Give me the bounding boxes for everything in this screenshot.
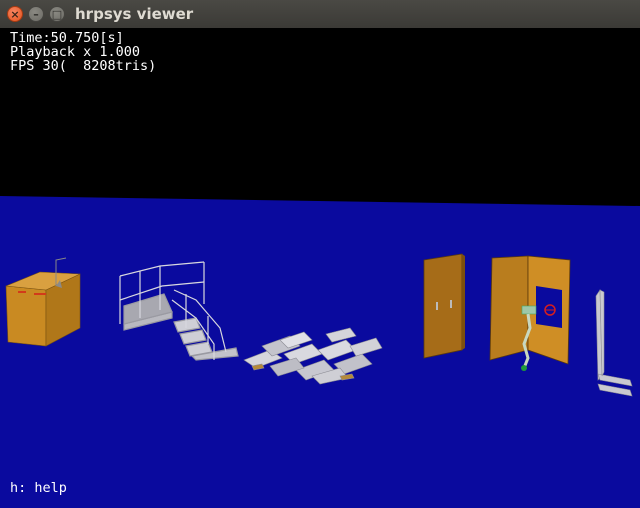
help-hint: h: help (10, 480, 67, 496)
maximize-button[interactable]: □ (49, 6, 65, 22)
minimize-button[interactable]: – (28, 6, 44, 22)
close-button[interactable]: × (7, 6, 23, 22)
scene-render (0, 28, 640, 508)
window-title: hrpsys viewer (75, 5, 194, 23)
viewer-window: × – □ hrpsys viewer Time:50.750[s] Playb… (0, 0, 640, 508)
playback-readout: Playback x 1.000 (10, 44, 141, 60)
time-readout: Time:50.750[s] (10, 30, 124, 46)
door-panel (423, 253, 465, 359)
title-bar[interactable]: × – □ hrpsys viewer (0, 0, 640, 29)
fps-readout: FPS 30( 8208tris) (10, 58, 157, 74)
3d-viewport[interactable]: Time:50.750[s] Playback x 1.000 FPS 30( … (0, 28, 640, 508)
